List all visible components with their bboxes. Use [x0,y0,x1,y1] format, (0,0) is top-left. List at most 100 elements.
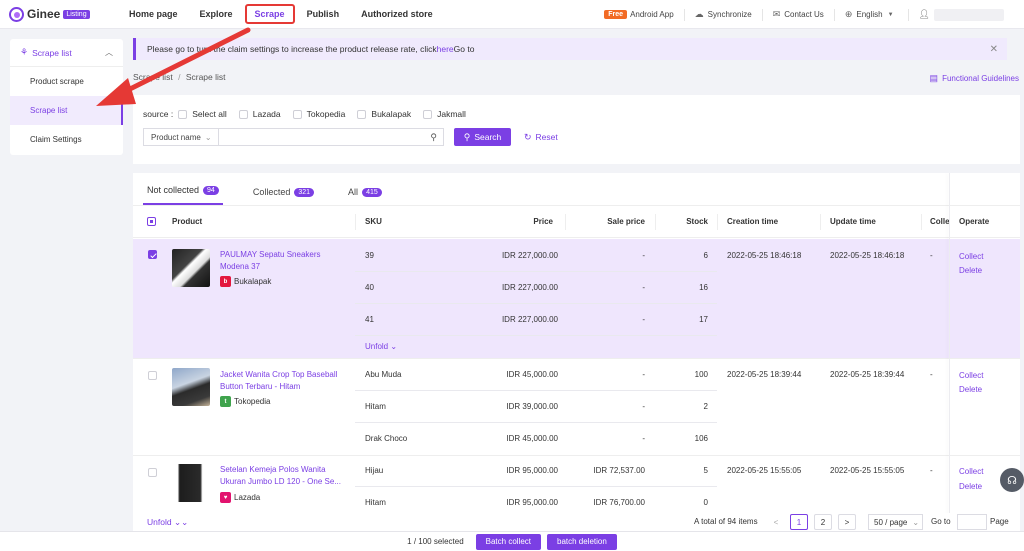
functional-guidelines-link[interactable]: ▤ Functional Guidelines [930,73,1019,84]
column-divider [565,214,566,230]
reset-button[interactable]: ↻ Reset [524,132,558,143]
creation-time: 2022-05-25 18:46:18 [727,251,802,260]
source-option-lazada[interactable]: Lazada [238,109,281,119]
source-filter: source : Select all Lazada Tokopedia Buk… [143,109,478,119]
help-chat-button[interactable]: ☊ [1000,468,1024,492]
product-name-link[interactable]: PAULMAY Sepatu Sneakers Modena 37 [220,249,325,273]
checkbox[interactable] [292,109,302,119]
page-1-button[interactable]: 1 [790,514,808,530]
delete-link[interactable]: Delete [959,266,982,275]
sku-divider [355,303,717,304]
headset-icon: ☊ [1007,474,1017,487]
sidebar-item-claim-settings[interactable]: Claim Settings [10,125,123,154]
sku-divider [355,422,717,423]
platform-tag: t Tokopedia [220,396,270,407]
tab-label: All [348,187,359,197]
sku-sale-price: - [642,283,645,292]
delete-link[interactable]: Delete [959,482,982,491]
sidebar-item-label: Scrape list [30,106,68,115]
goto-page-input[interactable] [957,514,987,530]
search-button[interactable]: ⚲ Search [454,128,511,146]
collect-link[interactable]: Collect [959,252,983,261]
delete-link[interactable]: Delete [959,385,982,394]
search-input[interactable]: ⚲ [219,128,444,146]
next-page-button[interactable]: > [838,514,856,530]
col-update-time: Update time [830,217,876,226]
platform-name: Bukalapak [234,277,272,286]
nav-publish[interactable]: Publish [307,5,340,23]
checkbox[interactable] [423,109,433,119]
nav-authorized-store[interactable]: Authorized store [361,5,433,23]
language-selector[interactable]: ⊕ English ▼ [835,8,909,21]
row-checkbox[interactable] [148,371,157,380]
android-app-link[interactable]: Free Android App [594,8,685,21]
source-option-tokopedia[interactable]: Tokopedia [292,109,345,119]
source-option-bukalapak[interactable]: Bukalapak [357,109,411,119]
tab-all[interactable]: All 415 [344,187,386,205]
tab-not-collected[interactable]: Not collected 94 [143,185,223,205]
sku-sale-price: - [642,251,645,260]
sku-divider [355,335,717,336]
batch-collect-button[interactable]: Batch collect [475,533,541,550]
sku-stock: 5 [703,466,708,475]
col-creation-time: Creation time [727,217,779,226]
sku-sale-price: - [642,315,645,324]
scrape-list-icon: ⚘ [20,47,29,57]
nav-home-page[interactable]: Home page [129,5,178,23]
checkbox[interactable] [178,109,188,119]
breadcrumb-parent[interactable]: Scrape list [133,72,173,82]
contact-us-link[interactable]: ✉ Contact Us [763,8,835,21]
table-row[interactable]: Jacket Wanita Crop Top Baseball Button Te… [133,359,1020,456]
unfold-label: Unfold [147,517,172,527]
table-row[interactable]: PAULMAY Sepatu Sneakers Modena 37 b Bukala… [133,239,1020,359]
sku-name: 39 [365,251,374,260]
nav-scrape[interactable]: Scrape [244,4,295,24]
nav-explore[interactable]: Explore [200,5,233,23]
app-logo[interactable]: Ginee Listing [9,6,129,22]
sidebar-item-scrape-list[interactable]: Scrape list [10,96,123,125]
product-name-link[interactable]: Setelan Kemeja Polos Wanita Ukuran Jumbo … [220,464,350,488]
prev-page-button[interactable]: < [767,514,785,530]
row-unfold-link[interactable]: Unfold ⌄ [365,342,397,351]
sku-name: Hitam [365,402,386,411]
sku-name: Hijau [365,466,384,475]
search-field-select[interactable]: Product name ⌄ [143,128,219,146]
collect-link[interactable]: Collect [959,467,983,476]
source-option-jakmall[interactable]: Jakmall [423,109,466,119]
source-option-label: Select all [192,109,227,119]
page-size-select[interactable]: 50 / page ⌄ [868,514,923,530]
tab-count-badge: 415 [362,187,382,197]
caret-down-icon: ▼ [887,11,894,18]
sidebar-item-product-scrape[interactable]: Product scrape [10,67,123,96]
collect-link[interactable]: Collect [959,371,983,380]
close-icon[interactable]: ✕ [990,44,998,55]
row-checkbox[interactable] [148,250,157,259]
row-checkbox[interactable] [148,468,157,477]
source-option-label: Lazada [252,109,281,119]
unfold-all-link[interactable]: Unfold ⌄⌄ [147,517,188,528]
sku-sale-price: IDR 76,700.00 [593,498,645,507]
user-menu[interactable]: 👤︎ [909,8,1024,21]
sidebar-item-label: Claim Settings [30,135,82,144]
functional-guidelines-label: Functional Guidelines [942,74,1019,83]
col-price: Price [533,217,553,226]
notice-here-link[interactable]: here [437,44,454,54]
batch-deletion-button[interactable]: batch deletion [547,533,617,550]
page-2-button[interactable]: 2 [814,514,832,530]
source-option-select-all[interactable]: Select all [178,109,227,119]
sidebar-group-scrape-list[interactable]: ⚘ Scrape list ︿ [10,39,123,67]
reset-icon: ↻ [524,131,532,142]
product-name-link[interactable]: Jacket Wanita Crop Top Baseball Button Te… [220,369,345,393]
product-image [172,368,210,406]
search-icon[interactable]: ⚲ [430,132,437,143]
synchronize-link[interactable]: ☁ Synchronize [685,8,763,21]
col-sku: SKU [365,217,382,226]
checkbox[interactable] [238,109,248,119]
checkbox[interactable] [357,109,367,119]
sku-stock: 100 [694,370,708,379]
select-all-checkbox[interactable] [147,217,156,226]
tab-collected[interactable]: Collected 321 [249,187,318,205]
product-name-line: Button Terbaru - Hitam [220,382,301,391]
page-size-value: 50 / page [874,517,908,527]
tokopedia-icon: t [220,396,231,407]
